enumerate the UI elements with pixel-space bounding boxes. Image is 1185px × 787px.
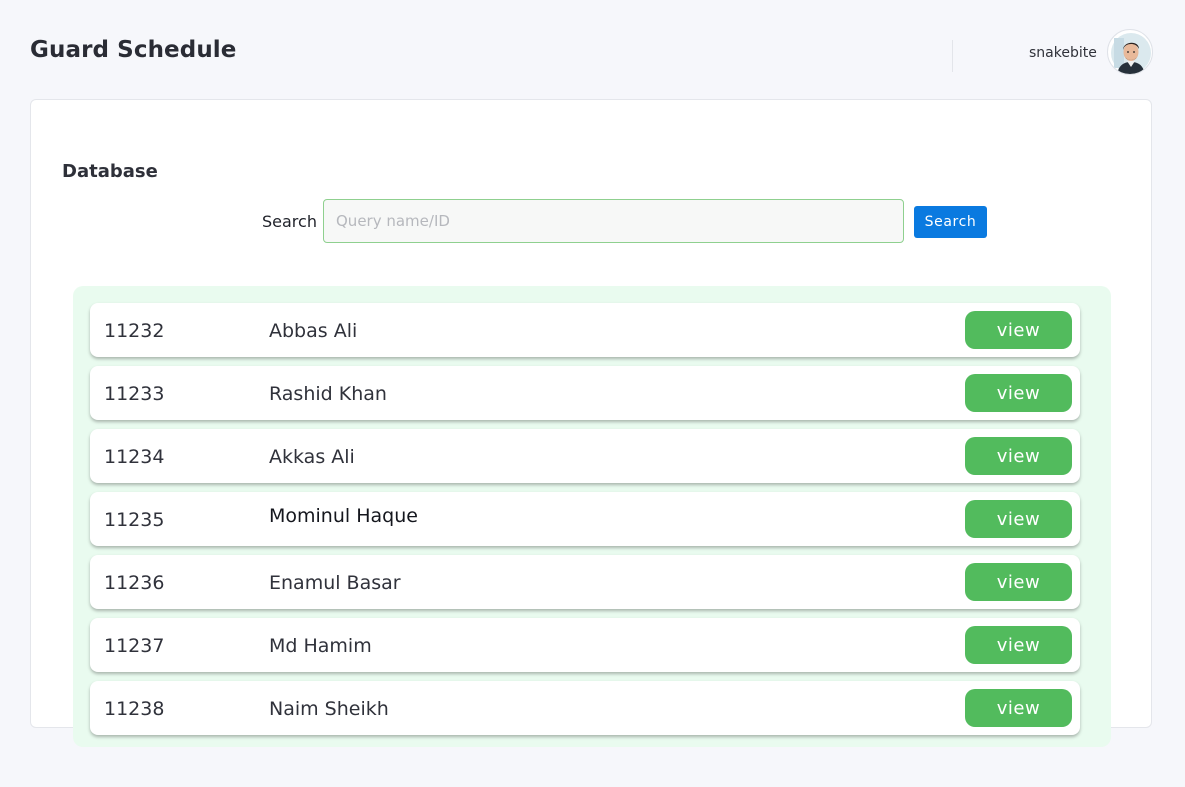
guard-name: Mominul Haque: [269, 505, 418, 527]
search-label: Search: [262, 212, 317, 231]
guard-name: Akkas Ali: [269, 446, 355, 468]
list-item: 11235 Mominul Haque view: [90, 492, 1080, 546]
page-title: Guard Schedule: [30, 37, 237, 63]
user-avatar-icon: [1111, 33, 1151, 74]
view-button[interactable]: view: [965, 374, 1072, 412]
guard-name: Naim Sheikh: [269, 698, 389, 720]
avatar[interactable]: [1107, 29, 1153, 75]
guard-name: Enamul Basar: [269, 572, 401, 594]
guard-name: Rashid Khan: [269, 383, 387, 405]
view-button[interactable]: view: [965, 311, 1072, 349]
view-button[interactable]: view: [965, 626, 1072, 664]
header-divider: [952, 40, 953, 72]
guard-id: 11237: [104, 635, 165, 657]
guard-id: 11235: [104, 509, 165, 531]
guard-id: 11236: [104, 572, 165, 594]
list-item: 11232 Abbas Ali view: [90, 303, 1080, 357]
list-item: 11238 Naim Sheikh view: [90, 681, 1080, 735]
username: snakebite: [1029, 45, 1097, 61]
view-button[interactable]: view: [965, 563, 1072, 601]
guard-id: 11233: [104, 383, 165, 405]
search-input[interactable]: [323, 199, 904, 243]
app-root: Guard Schedule snakebite Database Search…: [0, 0, 1185, 787]
list-item: 11236 Enamul Basar view: [90, 555, 1080, 609]
guard-id: 11238: [104, 698, 165, 720]
list-item: 11233 Rashid Khan view: [90, 366, 1080, 420]
section-title: Database: [62, 161, 158, 182]
list-item: 11237 Md Hamim view: [90, 618, 1080, 672]
guard-id: 11232: [104, 320, 165, 342]
guard-name: Md Hamim: [269, 635, 372, 657]
list-item: 11234 Akkas Ali view: [90, 429, 1080, 483]
search-button[interactable]: Search: [914, 206, 987, 238]
view-button[interactable]: view: [965, 689, 1072, 727]
view-button[interactable]: view: [965, 437, 1072, 475]
view-button[interactable]: view: [965, 500, 1072, 538]
guard-name: Abbas Ali: [269, 320, 358, 342]
guard-id: 11234: [104, 446, 165, 468]
